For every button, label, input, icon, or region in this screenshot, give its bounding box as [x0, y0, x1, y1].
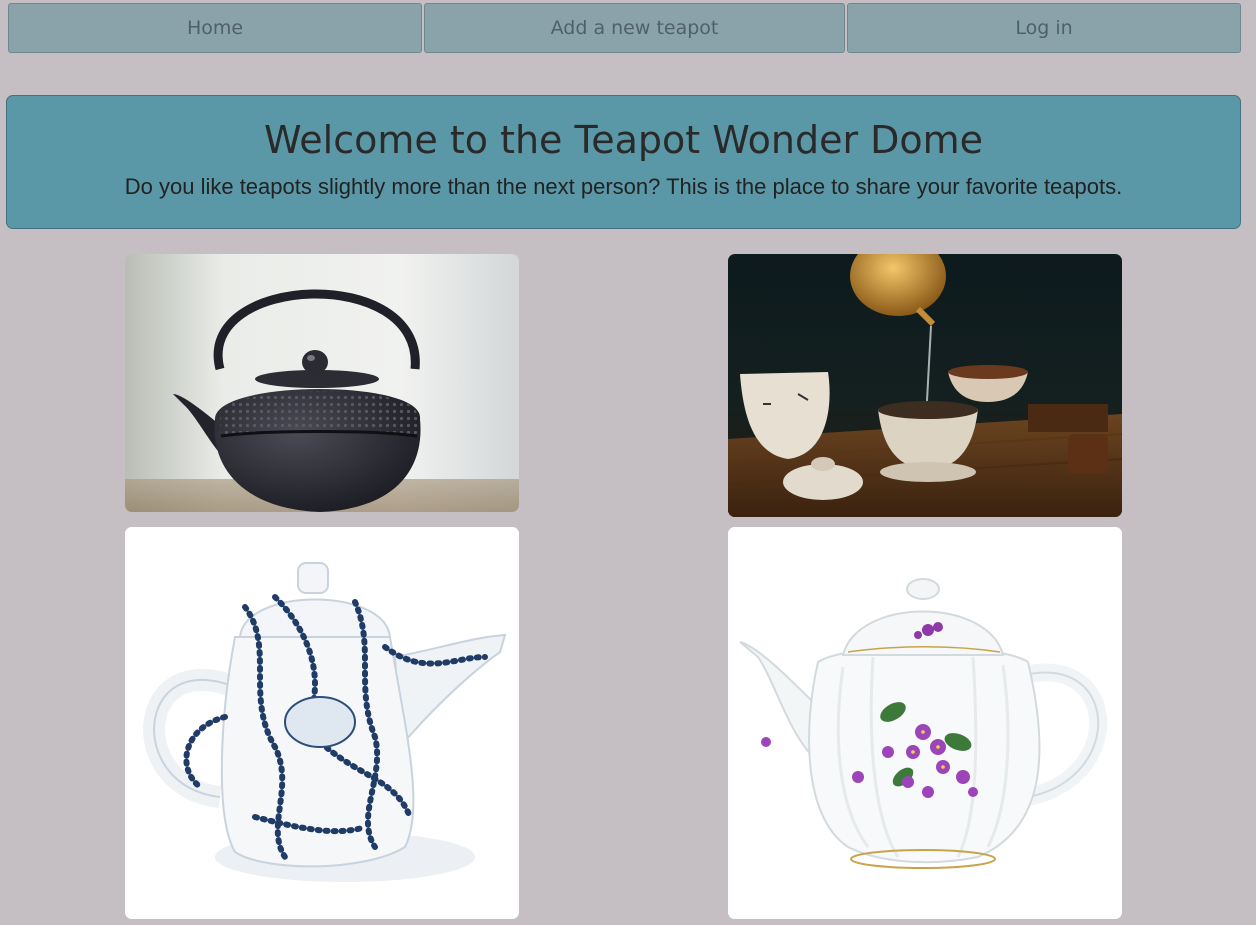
violet-teapot-image: [728, 527, 1122, 919]
page-title: Welcome to the Teapot Wonder Dome: [263, 118, 984, 162]
tea-ceremony-image: [728, 254, 1122, 517]
welcome-banner: Welcome to the Teapot Wonder Dome Do you…: [6, 95, 1241, 229]
teapot-card-cast-iron[interactable]: [125, 254, 519, 512]
login-button[interactable]: Log in: [847, 3, 1241, 53]
teapot-card-tea-ceremony[interactable]: [728, 254, 1122, 517]
add-teapot-button[interactable]: Add a new teapot: [424, 3, 845, 53]
cast-iron-teapot-image: [125, 254, 519, 512]
nav-bar: Home Add a new teapot Log in: [0, 0, 1256, 60]
teapot-card-octopus[interactable]: [125, 527, 519, 919]
teapot-card-violet[interactable]: [728, 527, 1122, 919]
page-subtitle: Do you like teapots slightly more than t…: [124, 174, 1123, 199]
octopus-teapot-image: [125, 527, 519, 919]
home-button[interactable]: Home: [8, 3, 422, 53]
